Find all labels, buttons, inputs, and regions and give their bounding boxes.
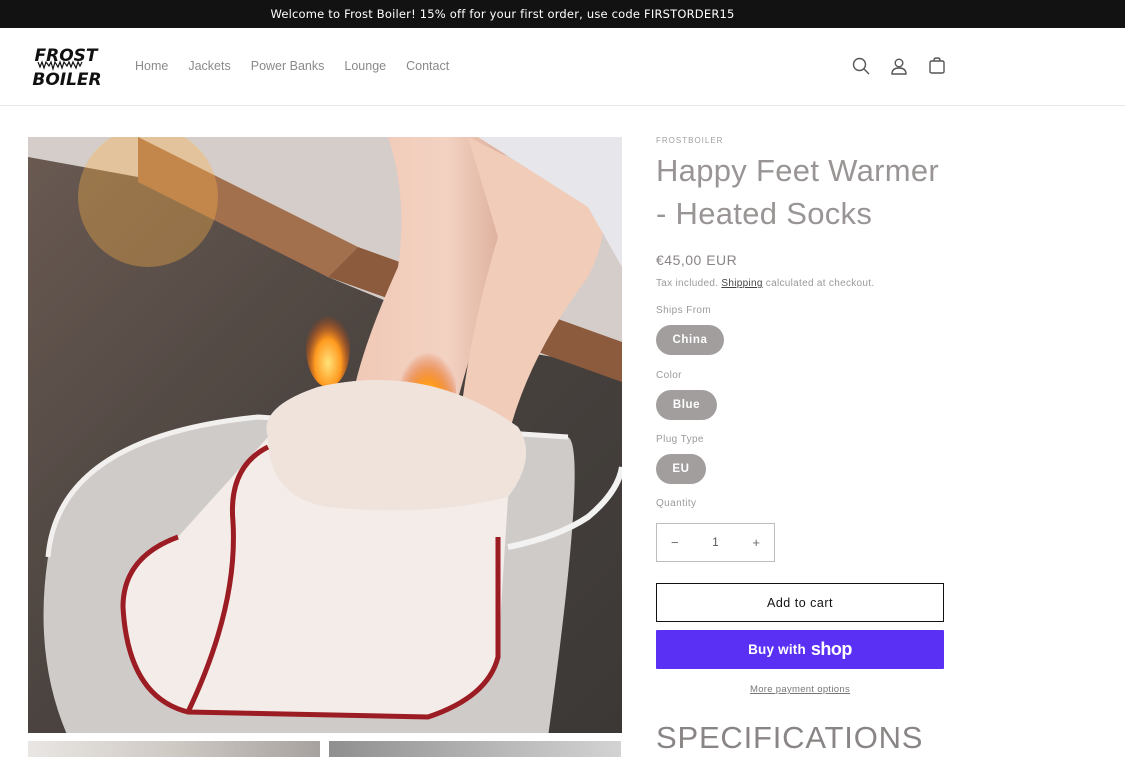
tax-prefix: Tax included.: [656, 278, 719, 289]
quantity-input[interactable]: 1: [712, 537, 718, 549]
header-icons: [851, 56, 947, 76]
nav-lounge[interactable]: Lounge: [344, 59, 386, 73]
tax-suffix: calculated at checkout.: [765, 278, 875, 289]
more-payment-options-link[interactable]: More payment options: [656, 684, 944, 695]
option-color: Color Blue: [656, 370, 946, 420]
account-icon[interactable]: [889, 56, 909, 76]
nav-power-banks[interactable]: Power Banks: [251, 59, 325, 73]
product-title: Happy Feet Warmer - Heated Socks: [656, 153, 940, 231]
site-header: FROST BOILER Home Jackets Power Banks Lo…: [0, 28, 1125, 106]
option-ships-from: Ships From China: [656, 305, 946, 355]
search-icon[interactable]: [851, 56, 871, 76]
nav-jackets[interactable]: Jackets: [188, 59, 230, 73]
shop-logo: shop: [810, 639, 853, 659]
product-info: FROSTBOILER Happy Feet Warmer - Heated S…: [656, 136, 946, 509]
product-main-image[interactable]: [28, 137, 622, 733]
main-nav: Home Jackets Power Banks Lounge Contact: [135, 59, 449, 73]
cart-icon[interactable]: [927, 56, 947, 76]
option-value-eu[interactable]: EU: [656, 454, 706, 484]
logo-line1: FROST: [35, 46, 99, 66]
nav-home[interactable]: Home: [135, 59, 168, 73]
product-thumbnail-1[interactable]: [28, 741, 320, 757]
product-vendor: FROSTBOILER: [656, 136, 724, 145]
tax-note: Tax included. Shipping calculated at che…: [656, 278, 946, 289]
option-plug-type: Plug Type EU: [656, 434, 946, 484]
add-to-cart-button[interactable]: Add to cart: [656, 583, 944, 622]
shipping-link[interactable]: Shipping: [721, 278, 762, 289]
buy-with-shop-button[interactable]: Buy with shop: [656, 630, 944, 669]
product-price: €45,00 EUR: [656, 252, 738, 268]
logo-line2: BOILER: [32, 70, 101, 90]
quantity-increase-button[interactable]: +: [752, 535, 760, 550]
quantity-label: Quantity: [656, 498, 697, 509]
announcement-bar: Welcome to Frost Boiler! 15% off for you…: [0, 0, 1125, 28]
announcement-text: Welcome to Frost Boiler! 15% off for you…: [270, 7, 735, 21]
site-logo[interactable]: FROST BOILER: [30, 44, 102, 90]
option-value-china[interactable]: China: [656, 325, 724, 355]
buy-with-label: Buy with: [748, 642, 806, 657]
option-label: Color: [656, 370, 682, 381]
nav-contact[interactable]: Contact: [406, 59, 449, 73]
option-value-blue[interactable]: Blue: [656, 390, 717, 420]
quantity-decrease-button[interactable]: −: [671, 535, 679, 550]
product-thumbnail-2[interactable]: [329, 741, 621, 757]
option-label: Ships From: [656, 305, 712, 316]
quantity-stepper: − 1 +: [656, 523, 775, 562]
specifications-heading: SPECIFICATIONS: [656, 720, 924, 755]
option-label: Plug Type: [656, 434, 704, 445]
